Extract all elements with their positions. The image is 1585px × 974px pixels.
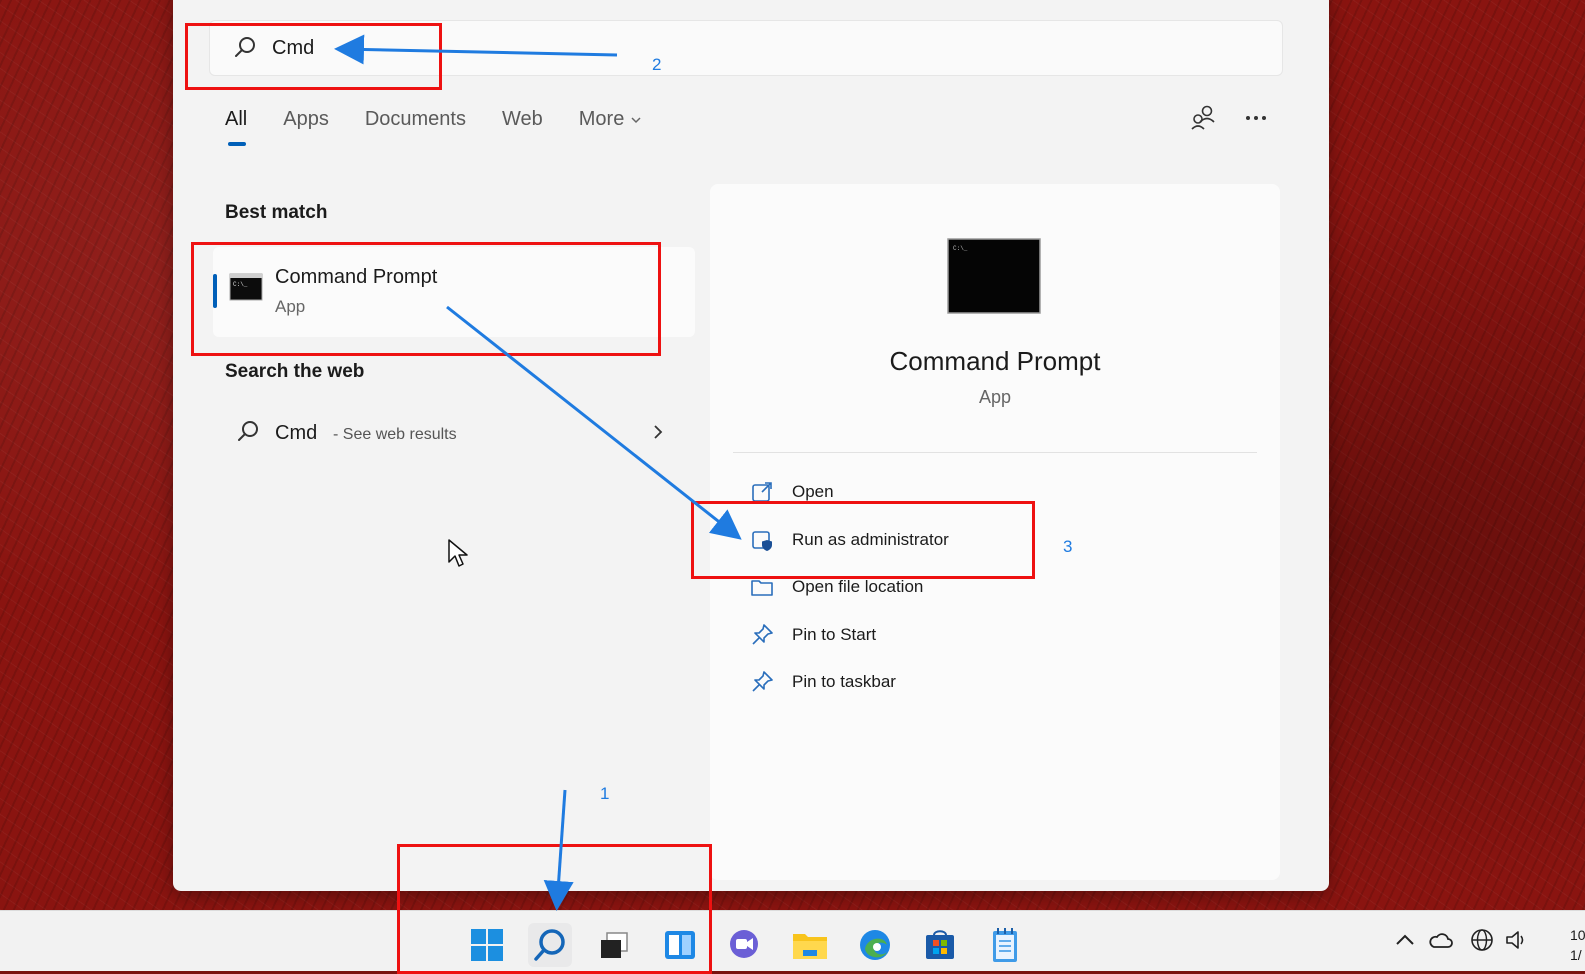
result-subtitle: App: [275, 297, 306, 316]
mouse-cursor-icon: [448, 539, 468, 567]
folder-icon: [793, 934, 827, 959]
system-clock[interactable]: 10 1/: [1570, 925, 1585, 965]
search-box[interactable]: [209, 20, 1283, 76]
web-query: Cmd: [275, 422, 318, 444]
onedrive-cloud-icon[interactable]: [1428, 927, 1454, 953]
chevron-down-icon: [631, 116, 641, 123]
annotation-step-2: 2: [652, 55, 662, 74]
chevron-up-icon[interactable]: [1392, 927, 1418, 953]
windows-logo-icon: [471, 929, 503, 961]
taskbar-search-button[interactable]: [528, 923, 572, 967]
chat-icon: [730, 930, 758, 958]
chat-button[interactable]: [722, 923, 766, 967]
best-match-heading: Best match: [225, 202, 328, 223]
switch-account-icon[interactable]: [1188, 102, 1218, 132]
tab-web[interactable]: Web: [502, 108, 543, 131]
microsoft-store-button[interactable]: [918, 923, 962, 967]
action-label: Pin to taskbar: [792, 672, 896, 691]
command-prompt-icon: C:\_: [947, 238, 1041, 314]
task-view-icon: [601, 932, 628, 958]
action-label: Open file location: [792, 577, 924, 596]
tab-label: Documents: [364, 108, 466, 130]
edge-browser-icon: [860, 930, 890, 960]
shield-window-icon: [752, 531, 772, 551]
open-external-icon: [752, 482, 772, 502]
edge-browser-button[interactable]: [853, 923, 897, 967]
pin-to-start-action[interactable]: Pin to Start: [750, 617, 1230, 653]
taskbar: 10 1/: [0, 910, 1585, 971]
divider: [733, 452, 1257, 453]
clock-time: 10: [1570, 927, 1585, 943]
run-as-administrator-action[interactable]: Run as administrator: [750, 522, 1230, 558]
annotation-step-1: 1: [600, 784, 610, 803]
task-view-button[interactable]: [592, 923, 636, 967]
network-globe-icon[interactable]: [1469, 927, 1495, 953]
pin-icon: [752, 671, 773, 692]
widgets-button[interactable]: [658, 923, 702, 967]
result-title: Command Prompt: [275, 266, 438, 288]
action-label: Run as administrator: [792, 530, 949, 549]
volume-icon[interactable]: [1503, 927, 1529, 953]
action-label: Pin to Start: [792, 625, 877, 644]
command-prompt-icon: C:\_: [229, 273, 263, 301]
tab-apps[interactable]: Apps: [283, 108, 329, 131]
svg-text:C:\_: C:\_: [233, 281, 248, 288]
pin-to-taskbar-action[interactable]: Pin to taskbar: [750, 664, 1230, 700]
tab-label: More: [578, 108, 625, 130]
tab-documents[interactable]: Documents: [365, 108, 466, 131]
app-type: App: [978, 387, 1012, 407]
tab-label: All: [225, 108, 248, 130]
tab-label: Apps: [283, 108, 329, 130]
chevron-right-icon: [654, 425, 663, 439]
svg-text:C:\_: C:\_: [953, 245, 968, 252]
clock-date: 1/: [1570, 947, 1582, 963]
app-details-panel: C:\_ Command Prompt App Open Run as admi…: [710, 184, 1280, 880]
search-icon: [534, 929, 565, 961]
notepad-button[interactable]: [983, 923, 1027, 967]
web-search-result[interactable]: Cmd - See web results: [213, 402, 695, 462]
file-explorer-button[interactable]: [788, 923, 832, 967]
best-match-result[interactable]: C:\_ Command Prompt App: [213, 247, 695, 567]
web-suffix: - See web results: [333, 426, 457, 443]
action-label: Open: [792, 482, 834, 501]
app-title: Command Prompt: [889, 346, 1101, 376]
notepad-icon: [993, 928, 1017, 962]
widgets-icon: [665, 931, 695, 959]
tab-more[interactable]: More: [579, 108, 643, 131]
more-options-icon[interactable]: [1243, 110, 1269, 126]
search-web-heading: Search the web: [225, 361, 365, 382]
search-icon: [238, 421, 258, 441]
filter-tabs: All Apps Documents Web More: [225, 108, 678, 146]
search-panel: All Apps Documents Web More Best match C…: [173, 0, 1329, 891]
tab-label: Web: [501, 108, 543, 130]
pin-icon: [752, 624, 773, 645]
selection-indicator: [213, 274, 217, 308]
search-icon: [235, 37, 255, 57]
tab-all[interactable]: All: [225, 108, 248, 146]
open-action[interactable]: Open: [750, 474, 1230, 510]
folder-icon: [751, 580, 773, 596]
annotation-step-3: 3: [1063, 537, 1073, 556]
start-button[interactable]: [465, 923, 509, 967]
store-icon: [926, 930, 954, 959]
open-file-location-action[interactable]: Open file location: [750, 569, 1230, 605]
search-input[interactable]: [270, 35, 674, 61]
